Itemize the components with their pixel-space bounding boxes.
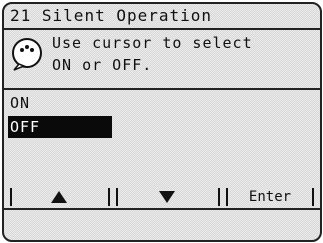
cursor-down-softkey[interactable] — [120, 186, 214, 208]
softkey-divider — [116, 188, 118, 206]
info-bubble-icon — [10, 36, 46, 72]
instruction-panel: Use cursor to select ON or OFF. — [4, 30, 320, 90]
enter-softkey[interactable]: Enter — [230, 186, 310, 208]
lcd-screen: 21 Silent Operation Use cursor to select… — [2, 2, 322, 242]
controller-display: 21 Silent Operation Use cursor to select… — [0, 0, 323, 243]
up-arrow-icon — [51, 191, 67, 203]
softkey-divider — [312, 188, 314, 206]
status-area — [4, 210, 320, 240]
softkey-divider — [226, 188, 228, 206]
cursor-up-softkey[interactable] — [14, 186, 104, 208]
softkey-divider — [108, 188, 110, 206]
option-on[interactable]: ON — [8, 92, 110, 114]
softkey-divider — [10, 188, 12, 206]
instruction-line-1: Use cursor to select — [52, 34, 253, 52]
title-bar: 21 Silent Operation — [4, 4, 320, 30]
softkey-divider — [218, 188, 220, 206]
page-title: Silent Operation — [41, 6, 213, 25]
instruction-line-2: ON or OFF. — [52, 56, 153, 74]
softkey-bar: Enter — [4, 184, 320, 210]
menu-number: 21 — [10, 6, 32, 25]
down-arrow-icon — [159, 191, 175, 203]
option-off-selected[interactable]: OFF — [8, 116, 112, 138]
